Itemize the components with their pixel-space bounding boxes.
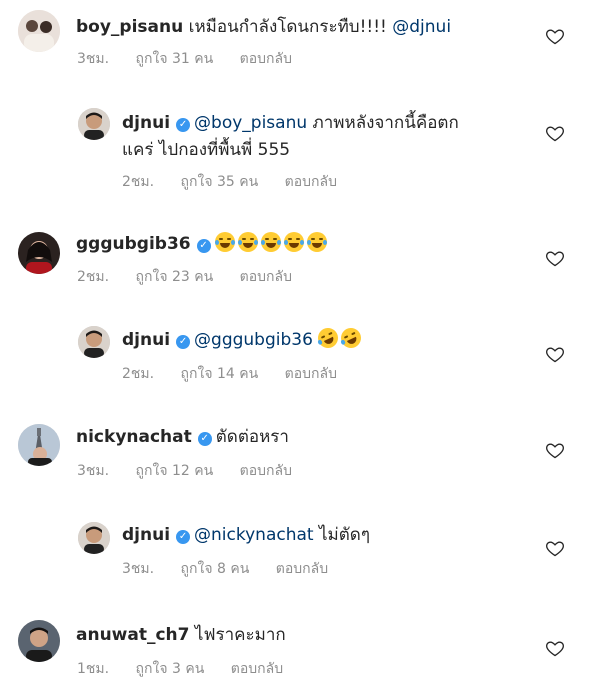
reply-button[interactable]: ตอบกลับ [285, 366, 337, 382]
heart-icon[interactable] [545, 638, 565, 658]
likes-count[interactable]: ถูกใจ 35 คน [181, 174, 259, 190]
reply-button[interactable]: ตอบกลับ [276, 561, 328, 577]
comment-text: ไม่ตัดๆ [318, 525, 370, 545]
comment-body: djnui ✓ @gggubgib36 [122, 324, 365, 353]
comment-body: djnui ✓ @boy_pisanu ภาพหลังจากนี้คือตก [122, 110, 459, 136]
avatar[interactable] [78, 108, 110, 140]
reply-button[interactable]: ตอบกลับ [231, 661, 283, 677]
comment-body: gggubgib36 ✓ [76, 231, 330, 257]
timestamp: 2ชม. [122, 366, 155, 382]
comment-text-line2: แคร่ ไปกองที่พื้นพี่ 555 [122, 137, 290, 163]
username[interactable]: djnui [122, 330, 170, 350]
verified-badge-icon: ✓ [176, 530, 191, 544]
mention-link[interactable]: @nickynachat [194, 525, 314, 545]
verified-badge-icon: ✓ [197, 432, 212, 446]
avatar[interactable] [78, 522, 110, 554]
username[interactable]: nickynachat [76, 427, 192, 447]
mention-link[interactable]: @djnui [392, 17, 451, 37]
heart-icon[interactable] [545, 123, 565, 143]
reply-button[interactable]: ตอบกลับ [240, 51, 292, 67]
username[interactable]: djnui [122, 113, 170, 133]
comment-text: ไฟราคะมาก [194, 625, 286, 645]
reply-button[interactable]: ตอบกลับ [240, 463, 292, 479]
avatar[interactable] [78, 326, 110, 358]
heart-icon[interactable] [545, 26, 565, 46]
comment-meta: 1ชม. ถูกใจ 3 คน ตอบกลับ [77, 658, 305, 680]
avatar[interactable] [18, 424, 60, 466]
comment-body: djnui ✓ @nickynachat ไม่ตัดๆ [122, 522, 370, 548]
verified-badge-icon: ✓ [176, 335, 191, 349]
likes-count[interactable]: ถูกใจ 3 คน [136, 661, 205, 677]
timestamp: 3ชม. [77, 51, 110, 67]
username[interactable]: gggubgib36 [76, 234, 191, 254]
verified-badge-icon: ✓ [196, 239, 211, 253]
comment-meta: 3ชม. ถูกใจ 12 คน ตอบกลับ [77, 460, 314, 482]
heart-icon[interactable] [545, 538, 565, 558]
timestamp: 3ชม. [122, 561, 155, 577]
likes-count[interactable]: ถูกใจ 14 คน [181, 366, 259, 382]
likes-count[interactable]: ถูกใจ 23 คน [136, 269, 214, 285]
likes-count[interactable]: ถูกใจ 31 คน [136, 51, 214, 67]
reply-button[interactable]: ตอบกลับ [240, 269, 292, 285]
avatar[interactable] [18, 232, 60, 274]
joy-emoji-icon [283, 232, 304, 252]
comment-meta: 2ชม. ถูกใจ 35 คน ตอบกลับ [122, 171, 359, 193]
timestamp: 2ชม. [122, 174, 155, 190]
reply-button[interactable]: ตอบกลับ [285, 174, 337, 190]
comment-text: แคร่ ไปกองที่พื้นพี่ 555 [122, 140, 291, 160]
likes-count[interactable]: ถูกใจ 12 คน [136, 463, 214, 479]
rofl-emoji-icon [315, 324, 342, 352]
verified-badge-icon: ✓ [176, 118, 191, 132]
timestamp: 1ชม. [77, 661, 110, 677]
joy-emoji-icon [237, 232, 258, 252]
username[interactable]: boy_pisanu [76, 17, 183, 37]
emoji-row [214, 232, 330, 254]
comment-body: nickynachat ✓ ตัดต่อหรา [76, 424, 289, 450]
comment-text: ภาพหลังจากนี้คือตก [312, 113, 459, 133]
username[interactable]: anuwat_ch7 [76, 625, 190, 645]
joy-emoji-icon [214, 232, 235, 252]
comment-text: เหมือนกำลังโดนกระทืบ!!!! [188, 17, 387, 37]
timestamp: 3ชม. [77, 463, 110, 479]
joy-emoji-icon [260, 232, 281, 252]
comment-meta: 3ชม. ถูกใจ 8 คน ตอบกลับ [122, 558, 350, 580]
likes-count[interactable]: ถูกใจ 8 คน [181, 561, 250, 577]
avatar[interactable] [18, 620, 60, 662]
avatar[interactable] [18, 10, 60, 52]
comment-body: anuwat_ch7 ไฟราคะมาก [76, 622, 286, 648]
comment-meta: 3ชม. ถูกใจ 31 คน ตอบกลับ [77, 48, 314, 70]
joy-emoji-icon [306, 232, 327, 252]
heart-icon[interactable] [545, 344, 565, 364]
heart-icon[interactable] [545, 440, 565, 460]
rofl-emoji-icon [338, 324, 365, 352]
timestamp: 2ชม. [77, 269, 110, 285]
heart-icon[interactable] [545, 248, 565, 268]
comment-meta: 2ชม. ถูกใจ 23 คน ตอบกลับ [77, 266, 314, 288]
comment-text: ตัดต่อหรา [215, 427, 289, 447]
mention-link[interactable]: @boy_pisanu [194, 113, 307, 133]
username[interactable]: djnui [122, 525, 170, 545]
comment-body: boy_pisanu เหมือนกำลังโดนกระทืบ!!!! @djn… [76, 14, 451, 40]
comment-meta: 2ชม. ถูกใจ 14 คน ตอบกลับ [122, 363, 359, 385]
mention-link[interactable]: @gggubgib36 [194, 330, 313, 350]
